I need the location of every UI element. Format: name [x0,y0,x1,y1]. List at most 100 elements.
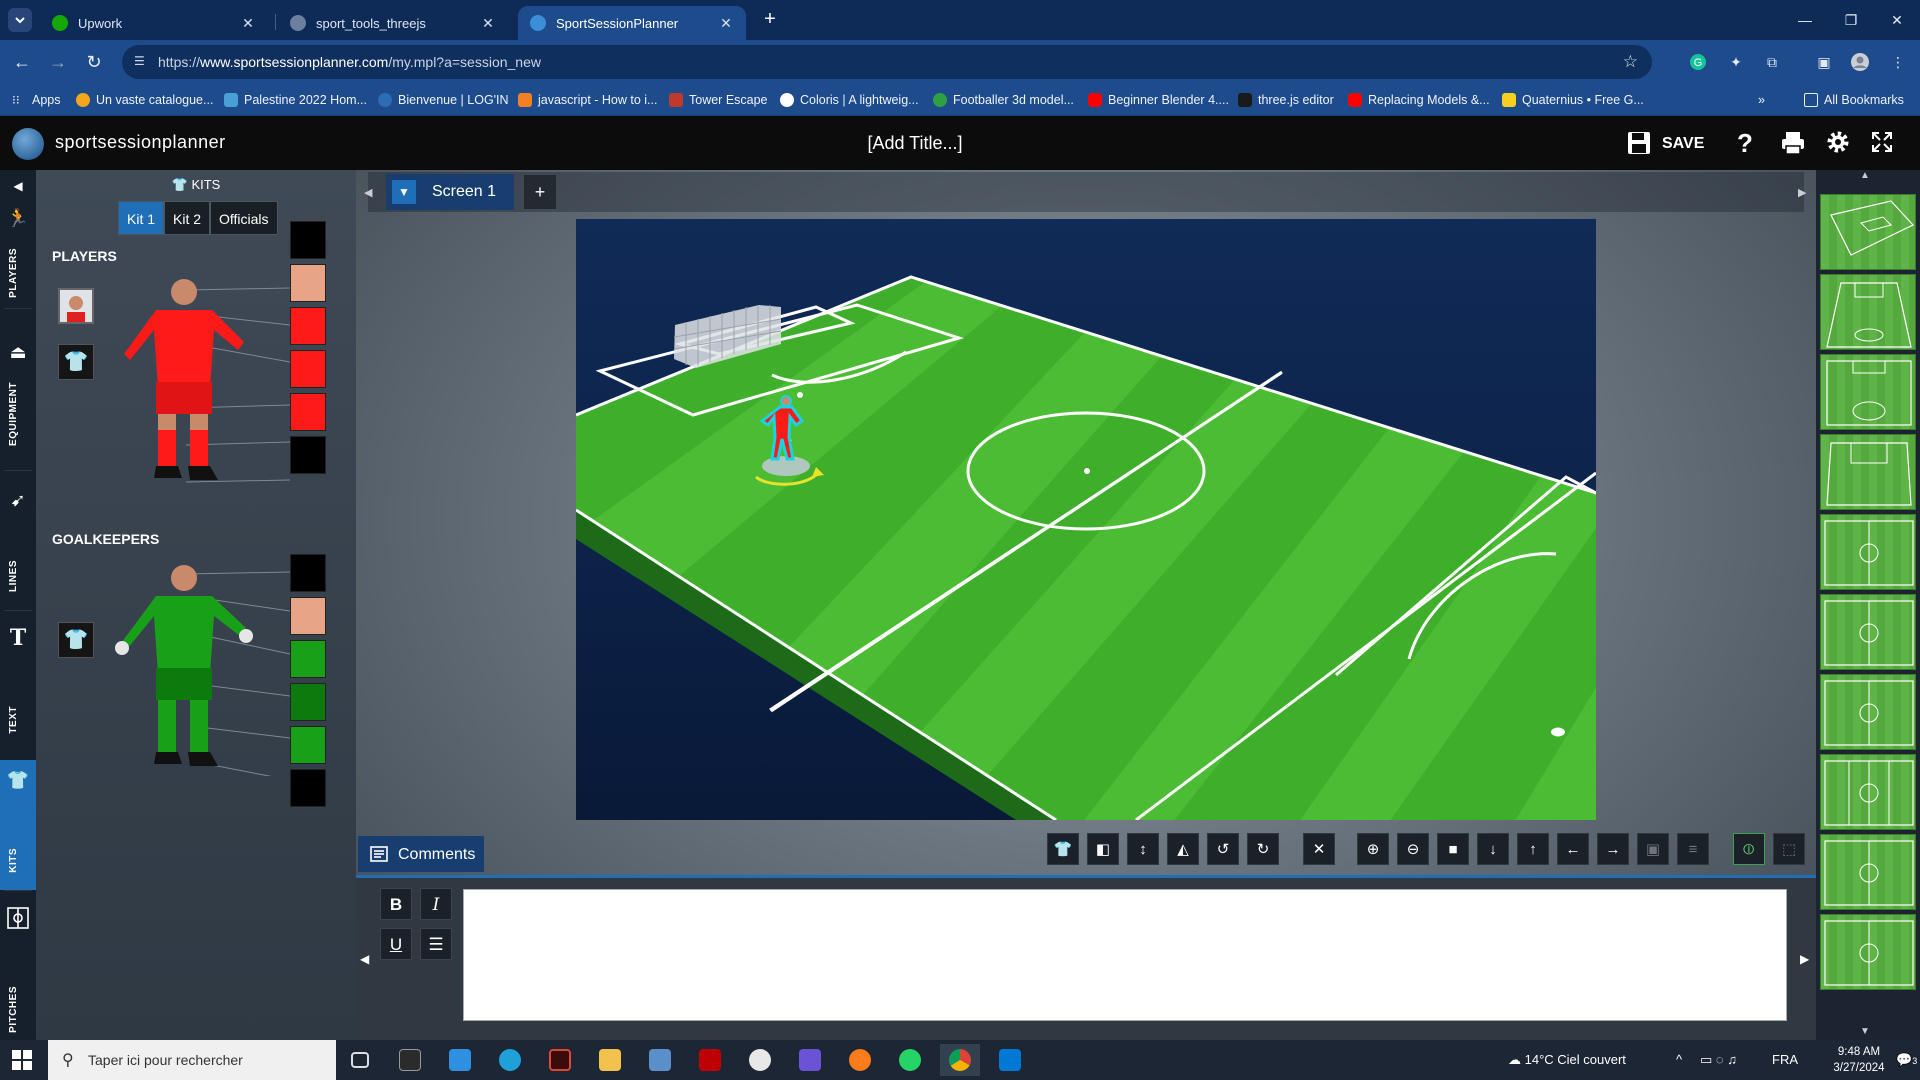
animate-icon[interactable] [540,1044,580,1076]
fullscreen-icon[interactable] [1870,130,1894,156]
player-swatch-3[interactable] [290,307,326,345]
reload-icon[interactable]: ↻ [82,50,106,74]
bookmark-apps[interactable]: ⁝⁝ Apps [12,91,61,109]
extensions-puzzle-icon[interactable]: ⧉ [1762,52,1782,72]
pitch-template-thumb[interactable] [1820,594,1916,670]
language-indicator[interactable]: FRA [1772,1052,1798,1067]
gk-swatch-6[interactable] [290,769,326,807]
task-view-icon[interactable] [340,1044,380,1076]
weather-widget[interactable]: ☁ 14°C Ciel couvert [1508,1052,1626,1068]
bookmark-item[interactable]: Coloris | A lightweig... [780,91,919,109]
bookmark-item[interactable]: Quaternius • Free G... [1502,91,1644,109]
crop-icon[interactable]: ⬚ [1773,833,1805,865]
taskbar-clock[interactable]: 9:48 AM 3/27/2024 [1824,1044,1894,1076]
bookmark-item[interactable]: Tower Escape [669,91,768,109]
rail-tab-players[interactable]: 🏃 PLAYERS [0,200,36,308]
gk-swatch-2[interactable] [290,597,326,635]
window-close-icon[interactable]: ✕ [1874,0,1920,40]
bookmark-item[interactable]: Replacing Models &... [1348,91,1490,109]
more-bookmarks-button[interactable]: » [1758,91,1765,109]
pitch-template-thumb[interactable] [1820,434,1916,510]
file-explorer-icon[interactable] [590,1044,630,1076]
move-left-icon[interactable]: ← [1557,833,1589,865]
align-icon[interactable]: ≡ [1677,833,1709,865]
italic-button[interactable]: I [420,888,452,920]
move-up-icon[interactable]: ↑ [1517,833,1549,865]
back-icon[interactable]: ← [10,50,34,74]
player-swatch-6[interactable] [290,436,326,474]
player-swatch-5[interactable] [290,393,326,431]
pitch-view-icon[interactable]: ⦶ [1733,833,1765,865]
bookmark-item[interactable]: Footballer 3d model... [933,91,1074,109]
app-icon[interactable] [790,1044,830,1076]
bookmark-item[interactable]: Palestine 2022 Hom... [224,91,367,109]
rail-tab-equipment[interactable]: ⏏ EQUIPMENT [0,340,36,460]
minimize-icon[interactable]: — [1782,0,1828,40]
scroll-down-icon[interactable]: ▼ [1860,1026,1870,1037]
vscode-icon[interactable] [990,1044,1030,1076]
pitch-template-thumb[interactable] [1820,354,1916,430]
edge-icon[interactable] [490,1044,530,1076]
editor-left-arrow-icon[interactable]: ◀ [360,952,369,966]
all-bookmarks-button[interactable]: All Bookmarks [1804,91,1904,109]
bookmark-item[interactable]: three.js editor [1238,91,1334,109]
pitch-template-thumb[interactable] [1820,914,1916,990]
tray-icons[interactable]: ▭ ◌ ♫ [1700,1052,1737,1068]
collapse-arrow-icon[interactable]: ◀ [6,174,30,198]
goalkeeper-shirt-style-button[interactable]: 👕 [58,622,94,658]
close-icon[interactable]: ✕ [480,15,496,32]
restore-icon[interactable]: ❐ [1828,0,1874,40]
kit1-tab[interactable]: Kit 1 [118,201,165,235]
football-ball[interactable] [1551,727,1565,737]
layer-order-icon[interactable]: ◧ [1087,833,1119,865]
underline-button[interactable]: U [380,928,412,960]
add-screen-button[interactable]: + [524,175,556,209]
kit2-tab[interactable]: Kit 2 [164,201,211,235]
rotate-right-icon[interactable]: ↻ [1247,833,1279,865]
browser-tab-sportsessionplanner[interactable]: SportSessionPlanner ✕ [518,6,746,40]
taskbar-search-field[interactable]: ⚲ Taper ici pour rechercher [48,1040,336,1080]
slack-icon[interactable] [740,1044,780,1076]
help-icon[interactable]: ? [1737,130,1753,156]
site-info-icon[interactable]: ☰ [134,54,150,70]
delete-icon[interactable]: ✕ [1303,833,1335,865]
lock-icon[interactable]: ▣ [1637,833,1669,865]
bookmark-star-icon[interactable]: ☆ [1623,52,1638,72]
pitch-template-thumb[interactable] [1820,514,1916,590]
tray-overflow-icon[interactable]: ^ [1676,1052,1682,1067]
camera-icon[interactable]: ■ [1437,833,1469,865]
pitch-template-thumb[interactable] [1820,674,1916,750]
player-swatch-1[interactable] [290,221,326,259]
filezilla-icon[interactable] [690,1044,730,1076]
close-icon[interactable]: ✕ [240,15,256,32]
bullet-list-button[interactable]: ☰ [420,928,452,960]
comments-tab[interactable]: Comments [358,836,484,872]
bold-button[interactable]: B [380,888,412,920]
menu-kebab-icon[interactable]: ⋮ [1888,52,1908,72]
rotate-left-icon[interactable]: ↺ [1207,833,1239,865]
browser-tab-threejs[interactable]: sport_tools_threejs ✕ [278,6,508,40]
chrome-icon[interactable] [940,1044,980,1076]
rail-tab-pitches[interactable]: PITCHES [0,900,36,1040]
forward-icon[interactable]: → [46,50,70,74]
move-down-icon[interactable]: ↓ [1477,833,1509,865]
new-tab-button[interactable]: + [758,8,782,32]
gk-swatch-4[interactable] [290,683,326,721]
pitch-template-thumb[interactable] [1820,834,1916,910]
store-icon[interactable] [440,1044,480,1076]
bookmark-item[interactable]: Beginner Blender 4.... [1088,91,1229,109]
session-title[interactable]: [Add Title...] [815,133,1015,154]
scroll-up-icon[interactable]: ▲ [1860,170,1870,181]
pitch-template-thumb[interactable] [1820,754,1916,830]
screen-1-tab[interactable]: ▼ Screen 1 [386,174,514,210]
print-icon[interactable] [1780,130,1806,156]
url-field[interactable]: ☰ https://www.sportsessionplanner.com/my… [122,45,1652,79]
whatsapp-icon[interactable] [890,1044,930,1076]
extension-icon[interactable]: ✦ [1726,52,1746,72]
kit-select-tool-icon[interactable]: 👕 [1047,833,1079,865]
scale-height-icon[interactable]: ↕ [1127,833,1159,865]
browser-tab-upwork[interactable]: Upwork ✕ [40,6,268,40]
player-shirt-style-button[interactable]: 👕 [58,344,94,380]
gk-swatch-3[interactable] [290,640,326,678]
bookmark-item[interactable]: Un vaste catalogue... [76,91,213,109]
